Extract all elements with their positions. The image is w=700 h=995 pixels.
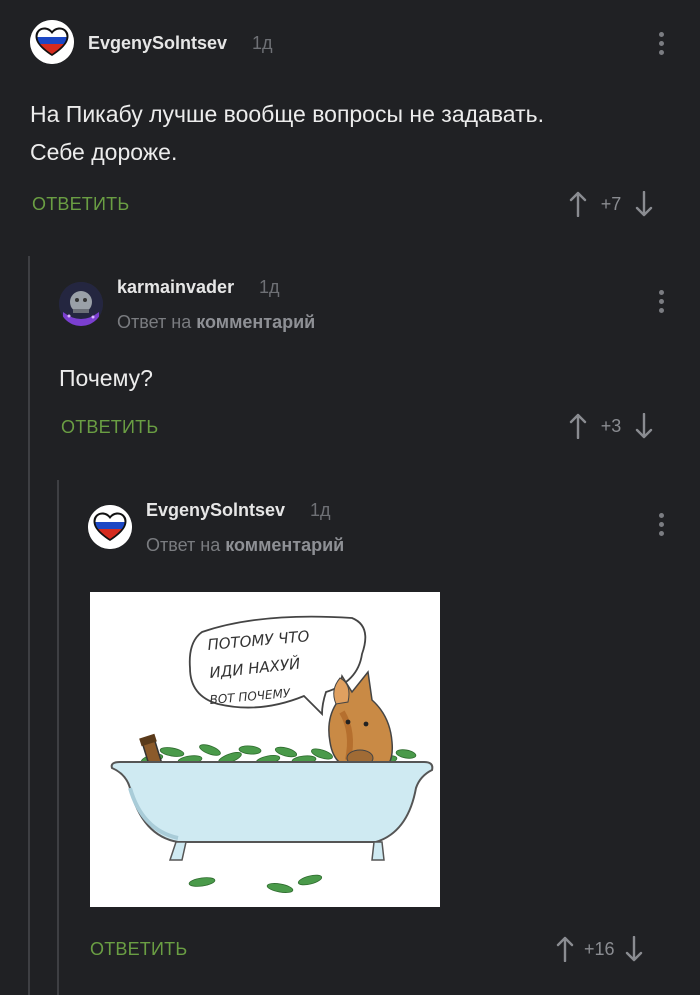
vote-controls: +7 [563, 188, 659, 220]
reply-button[interactable]: ОТВЕТИТЬ [32, 194, 129, 215]
comment-text-line: На Пикабу лучше вообще вопросы не задава… [30, 101, 544, 127]
russia-heart-avatar-icon [30, 20, 74, 64]
reply-button[interactable]: ОТВЕТИТЬ [61, 417, 158, 438]
comment-text: Почему? [59, 365, 153, 391]
comment-time: 1д [252, 33, 273, 53]
comment-time: 1д [310, 500, 331, 520]
author-name[interactable]: karmainvader [117, 277, 234, 298]
upvote-arrow-icon[interactable] [563, 410, 593, 442]
horse-in-bathtub-with-money-illustration: ПОТОМУ ЧТО ИДИ НАХУЙ ВОТ ПОЧЕМУ [90, 592, 440, 907]
reply-to-prefix: Ответ на [146, 535, 221, 555]
user-avatar[interactable] [30, 20, 74, 64]
reply-to-info: Ответ на комментарий [146, 535, 344, 556]
score-value: +3 [600, 415, 622, 436]
comment-time: 1д [259, 277, 280, 297]
upvote-arrow-icon[interactable] [550, 933, 580, 965]
russia-heart-avatar-icon [88, 505, 132, 549]
author-name[interactable]: EvgenySolntsev [146, 500, 285, 521]
downvote-arrow-icon[interactable] [619, 933, 649, 965]
author-name[interactable]: EvgenySolntsev [88, 33, 227, 54]
user-avatar[interactable] [59, 282, 103, 326]
comment-text: На Пикабу лучше вообще вопросы не задава… [30, 95, 544, 171]
score-value: +16 [584, 938, 615, 959]
downvote-arrow-icon[interactable] [629, 410, 659, 442]
reply-to-info: Ответ на комментарий [117, 312, 315, 333]
more-options-icon[interactable] [657, 513, 665, 536]
vote-controls: +16 [550, 933, 649, 965]
reply-button[interactable]: ОТВЕТИТЬ [90, 939, 187, 960]
more-options-icon[interactable] [657, 290, 665, 313]
downvote-arrow-icon[interactable] [629, 188, 659, 220]
score-value: +7 [600, 193, 622, 214]
reply-to-link[interactable]: комментарий [196, 312, 315, 332]
thread-line-level-1 [28, 256, 30, 995]
upvote-arrow-icon[interactable] [563, 188, 593, 220]
more-options-icon[interactable] [657, 32, 665, 55]
reply-to-prefix: Ответ на [117, 312, 192, 332]
comment-text-line: Себе дороже. [30, 139, 178, 165]
reply-to-link[interactable]: комментарий [225, 535, 344, 555]
vote-controls: +3 [563, 410, 659, 442]
thread-line-level-2 [57, 480, 59, 995]
comment-image[interactable]: ПОТОМУ ЧТО ИДИ НАХУЙ ВОТ ПОЧЕМУ [90, 592, 440, 907]
space-invader-avatar-icon [59, 282, 103, 326]
user-avatar[interactable] [88, 505, 132, 549]
